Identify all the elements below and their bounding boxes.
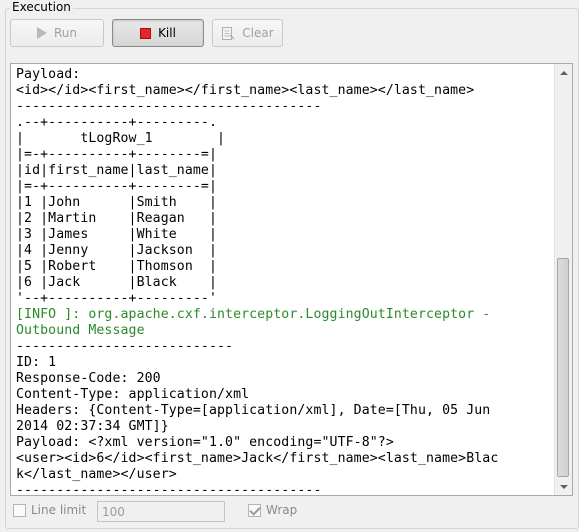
- console-line: <id></id><first_name></first_name><last_…: [16, 83, 475, 98]
- chevron-up-icon: [559, 70, 568, 75]
- console-line: --------------------------------------: [16, 483, 322, 496]
- clear-button[interactable]: Clear: [212, 19, 283, 47]
- chevron-down-icon: [559, 484, 568, 489]
- line-limit-checkbox[interactable]: [13, 504, 26, 517]
- kill-button[interactable]: Kill: [112, 19, 204, 47]
- scroll-down-button[interactable]: [555, 478, 572, 495]
- run-button-label: Run: [53, 26, 77, 40]
- vertical-scrollbar[interactable]: [554, 64, 572, 495]
- run-button[interactable]: Run: [10, 19, 104, 47]
- console-line: Content-Type: application/xml: [16, 387, 250, 402]
- console-line: 2014 02:37:34 GMT]}: [16, 419, 169, 434]
- clear-button-label: Clear: [242, 26, 274, 40]
- console-options: Line limit Wrap: [10, 500, 570, 524]
- console-line: Payload: <?xml version="1.0" encoding="U…: [16, 435, 394, 450]
- line-limit-input[interactable]: [97, 501, 225, 522]
- console-line: |id|first_name|last_name|: [16, 163, 217, 178]
- console-line: |3 |James |White |: [16, 227, 217, 242]
- clear-icon: [222, 26, 235, 40]
- console-line: <user><id>6</id><first_name>Jack</first_…: [16, 451, 499, 466]
- scrollbar-thumb[interactable]: [557, 258, 569, 477]
- console-info-line: [INFO ]: org.apache.cxf.interceptor.Logg…: [16, 307, 491, 322]
- console-line: |5 |Robert |Thomson |: [16, 259, 217, 274]
- console-line: ---------------------------: [16, 339, 234, 354]
- console-line: --------------------------------------: [16, 99, 322, 114]
- kill-button-label: Kill: [158, 26, 176, 40]
- console-line: Payload:: [16, 67, 81, 82]
- console-line: '--+----------+---------': [16, 291, 217, 306]
- stop-icon: [140, 27, 152, 39]
- line-limit-label: Line limit: [31, 503, 87, 517]
- console-output[interactable]: Payload: <id></id><first_name></first_na…: [10, 63, 573, 496]
- console-line: |4 |Jenny |Jackson |: [16, 243, 217, 258]
- console-line: ID: 1: [16, 355, 57, 370]
- console-text: Payload: <id></id><first_name></first_na…: [16, 67, 552, 495]
- console-info-line: Outbound Message: [16, 323, 145, 338]
- console-line: |=-+----------+--------=|: [16, 147, 217, 162]
- console-line: |1 |John |Smith |: [16, 195, 217, 210]
- scroll-up-button[interactable]: [555, 64, 572, 81]
- console-line: |2 |Martin |Reagan |: [16, 211, 217, 226]
- wrap-checkbox[interactable]: [248, 504, 261, 517]
- panel-title: Execution: [10, 0, 73, 14]
- console-line: |=-+----------+--------=|: [16, 179, 217, 194]
- play-icon: [36, 27, 47, 39]
- console-line: Headers: {Content-Type=[application/xml]…: [16, 403, 491, 418]
- console-line: k</last_name></user>: [16, 467, 177, 482]
- console-line: .--+----------+---------.: [16, 115, 217, 130]
- console-line: | tLogRow_1 |: [16, 131, 226, 146]
- console-line: |6 |Jack |Black |: [16, 275, 217, 290]
- wrap-label: Wrap: [266, 503, 298, 517]
- console-line: Response-Code: 200: [16, 371, 161, 386]
